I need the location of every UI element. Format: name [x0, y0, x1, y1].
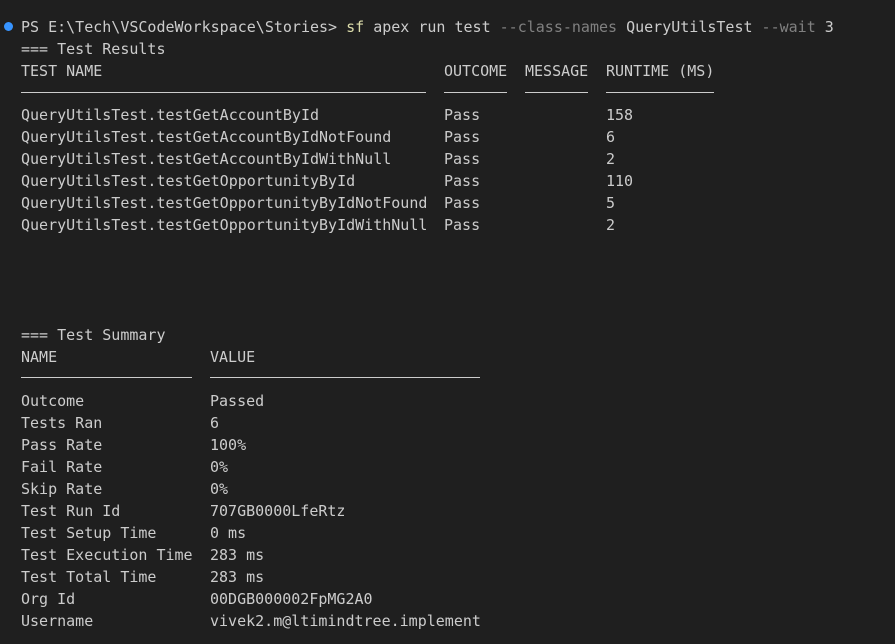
test-name: QueryUtilsTest.testGetAccountById [21, 106, 320, 124]
summary-key: Skip Rate [21, 480, 103, 498]
prompt-path: PS E:\Tech\VSCodeWorkspace\Stories> [21, 18, 338, 36]
test-outcome: Pass [444, 106, 481, 124]
summary-value: 0% [210, 458, 229, 476]
test-runtime: 158 [606, 106, 634, 124]
summary-value: 0% [210, 480, 229, 498]
summary-key: Outcome [21, 392, 85, 410]
results-heading: === Test Results [21, 40, 166, 58]
test-runtime: 2 [606, 216, 616, 234]
test-outcome: Pass [444, 194, 481, 212]
test-runtime: 2 [606, 150, 616, 168]
summary-heading: === Test Summary [21, 326, 166, 344]
summary-value: 100% [210, 436, 247, 454]
command-subcommand: apex run test [373, 18, 491, 36]
results-header-runtime: RUNTIME (MS) [606, 62, 715, 80]
summary-name-underline [21, 377, 192, 378]
summary-value: Passed [210, 392, 265, 410]
test-runtime: 6 [606, 128, 616, 146]
test-outcome: Pass [444, 150, 481, 168]
test-runtime: 5 [606, 194, 616, 212]
summary-key: Tests Ran [21, 414, 103, 432]
results-name-underline [21, 92, 426, 93]
summary-key: Test Setup Time [21, 524, 157, 542]
wait-value: 3 [824, 18, 834, 36]
results-header-name: TEST NAME [21, 62, 103, 80]
summary-key: Username [21, 612, 94, 630]
summary-value: 283 ms [210, 546, 265, 564]
command-status-dot[interactable] [4, 22, 13, 31]
test-runtime: 110 [606, 172, 634, 190]
terminal-panel[interactable]: PS E:\Tech\VSCodeWorkspace\Stories> sf a… [0, 0, 895, 644]
summary-value: vivek2.m@ltimindtree.implement [210, 612, 481, 630]
results-header-outcome: OUTCOME [444, 62, 508, 80]
results-runtime-underline [606, 92, 714, 93]
summary-key: Test Execution Time [21, 546, 193, 564]
summary-key: Pass Rate [21, 436, 103, 454]
summary-header-name: NAME [21, 348, 58, 366]
summary-key: Fail Rate [21, 458, 103, 476]
summary-value: 6 [210, 414, 220, 432]
summary-value: 283 ms [210, 568, 265, 586]
wait-flag: --wait [761, 18, 816, 36]
summary-value-underline [210, 377, 480, 378]
test-outcome: Pass [444, 172, 481, 190]
results-outcome-underline [444, 92, 507, 93]
summary-key: Org Id [21, 590, 76, 608]
summary-value: 0 ms [210, 524, 247, 542]
class-names-value: QueryUtilsTest [626, 18, 753, 36]
test-name: QueryUtilsTest.testGetOpportunityByIdWit… [21, 216, 428, 234]
test-name: QueryUtilsTest.testGetOpportunityById [21, 172, 356, 190]
test-outcome: Pass [444, 216, 481, 234]
class-names-flag: --class-names [499, 18, 618, 36]
test-name: QueryUtilsTest.testGetAccountByIdWithNul… [21, 150, 392, 168]
test-outcome: Pass [444, 128, 481, 146]
test-name: QueryUtilsTest.testGetOpportunityByIdNot… [21, 194, 428, 212]
command-name: sf [346, 18, 365, 36]
summary-header-value: VALUE [210, 348, 256, 366]
summary-value: 707GB0000LfeRtz [210, 502, 346, 520]
summary-key: Test Total Time [21, 568, 157, 586]
test-name: QueryUtilsTest.testGetAccountByIdNotFoun… [21, 128, 392, 146]
summary-value: 00DGB000002FpMG2A0 [210, 590, 373, 608]
results-message-underline [525, 92, 588, 93]
command-line: PS E:\Tech\VSCodeWorkspace\Stories> sf a… [21, 16, 834, 38]
results-header-message: MESSAGE [525, 62, 589, 80]
summary-key: Test Run Id [21, 502, 121, 520]
